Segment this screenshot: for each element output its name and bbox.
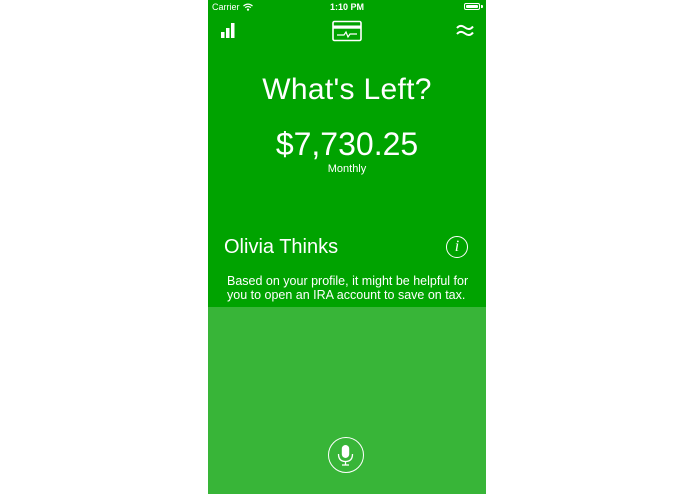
status-time: 1:10 PM bbox=[329, 2, 364, 12]
microphone-icon[interactable] bbox=[328, 437, 364, 473]
battery-level-fill bbox=[466, 5, 478, 8]
info-icon[interactable]: i bbox=[446, 236, 468, 258]
amount-period: Monthly bbox=[327, 163, 367, 175]
battery-icon bbox=[464, 3, 480, 10]
battery-tip bbox=[481, 5, 483, 8]
bar-chart-icon[interactable] bbox=[220, 22, 236, 38]
status-bar: Carrier 1:10 PM bbox=[208, 0, 486, 14]
wave-menu-icon[interactable] bbox=[456, 22, 474, 38]
page-title: What's Left? bbox=[262, 73, 432, 106]
advice-title: Olivia Thinks bbox=[224, 236, 339, 258]
remaining-amount: $7,730.25 bbox=[275, 126, 419, 162]
advice-text: Based on your profile, it might be helpf… bbox=[227, 274, 469, 302]
credit-card-icon[interactable] bbox=[332, 20, 362, 42]
app-screen: Carrier 1:10 PM What's Left? $7,730.25 M… bbox=[208, 0, 486, 494]
